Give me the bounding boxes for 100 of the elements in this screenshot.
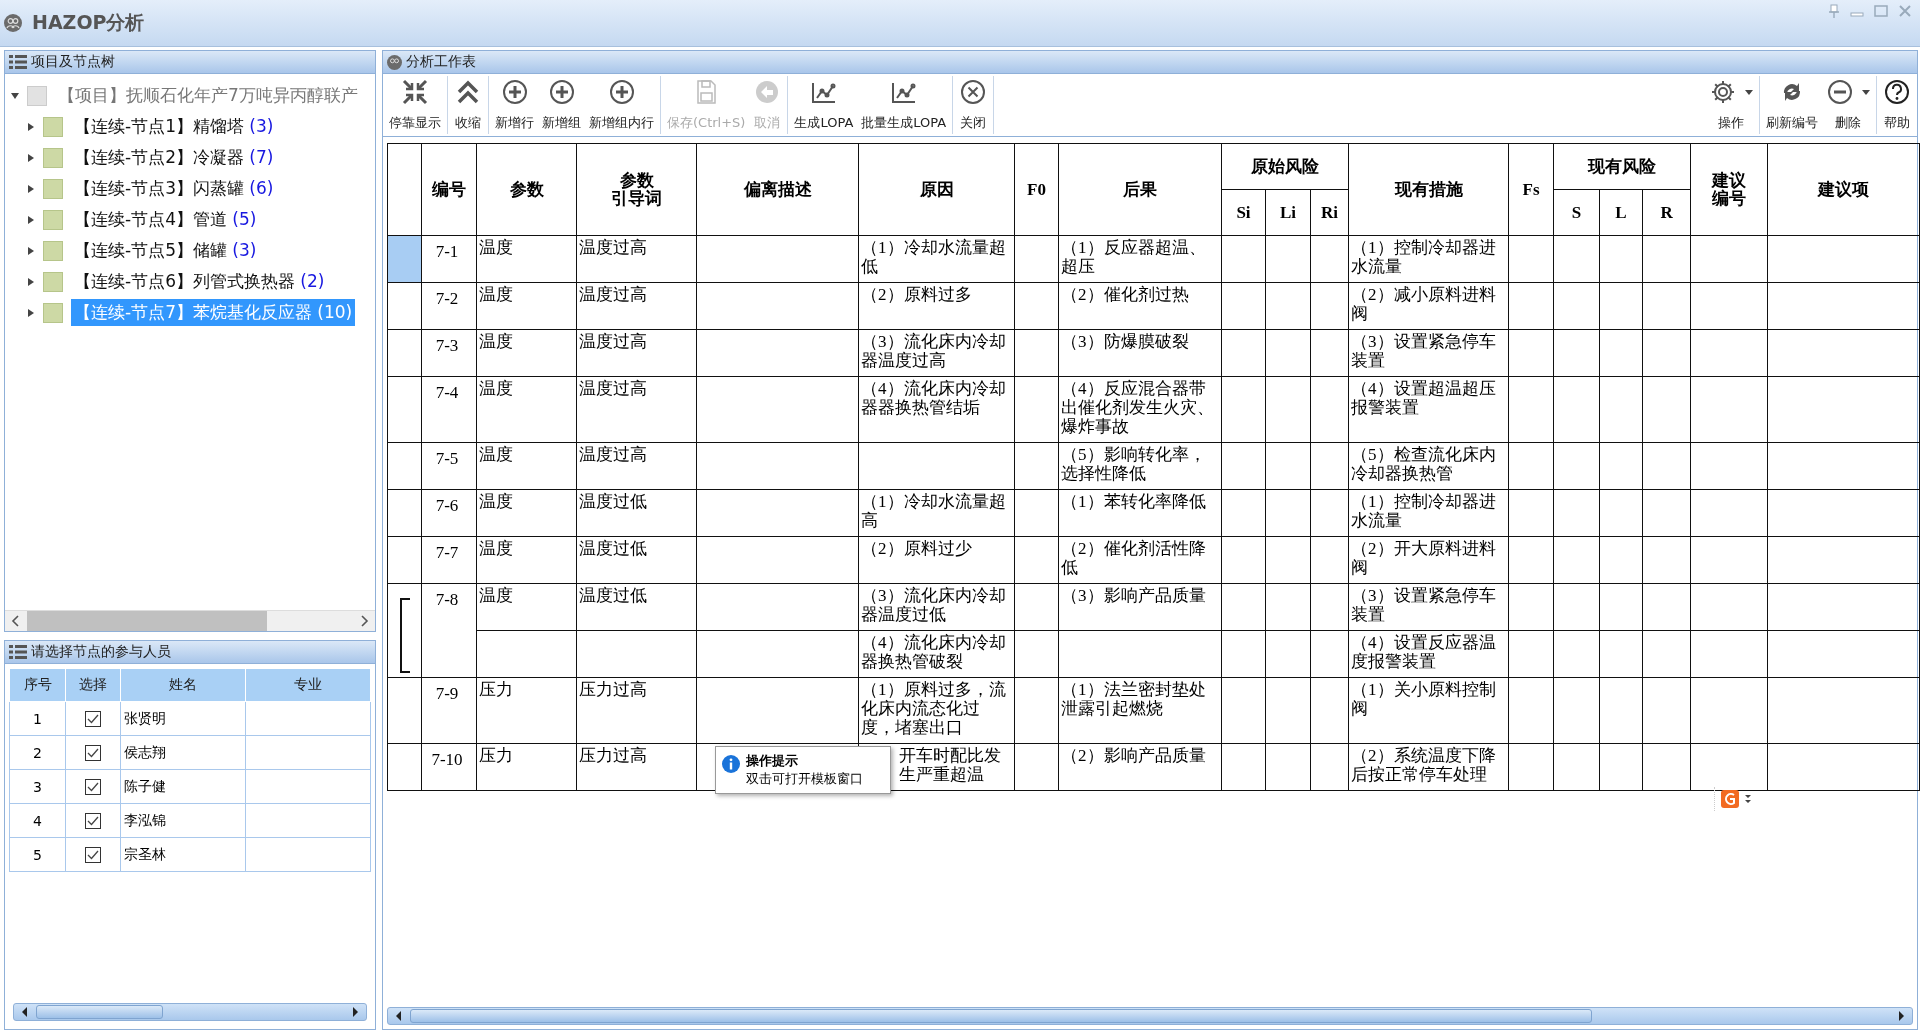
node-count: (3): [232, 240, 257, 260]
table-cell: 宗圣林: [120, 837, 246, 872]
table-cell: 李泓锦: [120, 803, 246, 838]
expand-arrow-icon[interactable]: [27, 215, 35, 224]
panel-title: 项目及节点树: [31, 53, 115, 71]
expand-arrow-icon[interactable]: [27, 153, 35, 162]
expand-arrow-icon[interactable]: [11, 91, 19, 100]
row-header[interactable]: [387, 282, 422, 330]
column-header[interactable]: 选择: [65, 668, 121, 702]
table-cell: （3）影响产品质量: [1058, 583, 1222, 631]
toolbar-button[interactable]: 新增组: [538, 76, 585, 134]
tree-item[interactable]: 【连续-节点5】储罐 (3): [71, 237, 260, 264]
column-header: 编号: [1710, 189, 1748, 208]
panel-title: 请选择节点的参与人员: [31, 643, 171, 661]
toolbar-button[interactable]: 关闭: [955, 76, 992, 134]
table-cell: （3）流化床内冷却器温度过低: [858, 583, 1015, 631]
toolbar-button[interactable]: 新增行: [491, 76, 538, 134]
toolbar-button[interactable]: 删除: [1822, 76, 1874, 134]
node-square-icon: [43, 240, 63, 261]
table-cell: 5: [9, 837, 66, 872]
scroll-left-icon[interactable]: [20, 1006, 30, 1018]
toolbar-button[interactable]: 操作: [1705, 76, 1757, 134]
scrollbar-thumb[interactable]: [27, 611, 267, 631]
row-header[interactable]: [387, 536, 422, 584]
checkbox[interactable]: [85, 745, 101, 761]
caret-icon[interactable]: [1745, 89, 1753, 95]
toolbar-button[interactable]: 停靠显示: [385, 76, 445, 134]
column-header: 编号: [431, 180, 467, 199]
scrollbar-thumb[interactable]: [410, 1009, 1592, 1023]
table-cell: 7-5: [421, 442, 477, 490]
toolbar-button[interactable]: 刷新编号: [1762, 76, 1822, 134]
expand-arrow-icon[interactable]: [27, 277, 35, 286]
row-header[interactable]: [387, 677, 422, 744]
tree-item[interactable]: 【项目】抚顺石化年产7万吨异丙醇联产: [55, 82, 361, 109]
toolbar-button[interactable]: 批量生成LOPA: [857, 76, 951, 134]
expand-arrow-icon[interactable]: [27, 308, 35, 317]
scroll-right-icon[interactable]: [359, 615, 369, 627]
table-cell: 压力过高: [576, 677, 697, 744]
row-header[interactable]: [387, 743, 422, 791]
table-cell: （5）影响转化率，选择性降低: [1058, 442, 1222, 490]
table-cell: 7-1: [421, 235, 477, 283]
tree-item[interactable]: 【连续-节点4】管道 (5): [71, 206, 260, 233]
scroll-left-icon[interactable]: [11, 615, 21, 627]
list-icon: [9, 645, 27, 659]
table-cell: 温度: [476, 536, 577, 584]
scroll-right-icon[interactable]: [1896, 1010, 1906, 1022]
horizontal-scrollbar[interactable]: [5, 610, 375, 631]
table-cell: 侯志翔: [120, 735, 246, 770]
row-header[interactable]: [387, 583, 422, 678]
tree-item[interactable]: 【连续-节点6】列管式换热器 (2): [71, 268, 328, 295]
checkbox[interactable]: [85, 847, 101, 863]
window-title: HAZOP分析: [32, 10, 145, 35]
input-method-icon[interactable]: [1721, 790, 1739, 808]
expand-arrow-icon[interactable]: [27, 184, 35, 193]
toolbar-button[interactable]: 收缩: [450, 76, 486, 134]
tree-item[interactable]: 【连续-节点3】闪蒸罐 (6): [71, 175, 277, 202]
checkbox[interactable]: [85, 711, 101, 727]
table-cell: （4）流化床内冷却器器换热管结垢: [858, 376, 1015, 443]
table-cell: 2: [9, 735, 66, 770]
column-header: Fs: [1521, 180, 1541, 199]
toolbar-button[interactable]: 生成LOPA: [790, 76, 858, 134]
table-cell: （1）关小原料控制阀: [1348, 677, 1509, 744]
scroll-left-icon[interactable]: [394, 1010, 404, 1022]
node-count: (10): [317, 302, 353, 322]
table-cell: （2）催化剂过热: [1058, 282, 1222, 330]
tree-item[interactable]: 【连续-节点2】冷凝器 (7): [71, 144, 277, 171]
table-cell: 温度过高: [576, 329, 697, 377]
caret-icon[interactable]: [1862, 89, 1870, 95]
row-header[interactable]: [387, 235, 422, 283]
table-cell: 7-10: [421, 743, 477, 791]
column-header[interactable]: 序号: [9, 668, 66, 702]
table-cell: 压力: [476, 743, 577, 791]
scroll-right-icon[interactable]: [350, 1006, 360, 1018]
table-cell: 7-2: [421, 282, 477, 330]
scrollbar-thumb[interactable]: [36, 1005, 163, 1019]
expand-arrow-icon[interactable]: [27, 246, 35, 255]
column-header: 现有措施: [1393, 180, 1464, 199]
row-header[interactable]: [387, 489, 422, 537]
checkbox[interactable]: [85, 779, 101, 795]
tree-item[interactable]: 【连续-节点1】精馏塔 (3): [71, 113, 277, 140]
horizontal-scrollbar[interactable]: [13, 1003, 367, 1021]
expand-arrow-icon[interactable]: [27, 122, 35, 131]
checkbox[interactable]: [85, 813, 101, 829]
column-header[interactable]: 专业: [245, 668, 371, 702]
table-cell: （1）控制冷却器进水流量: [1348, 489, 1509, 537]
toolbar-button[interactable]: 帮助: [1879, 76, 1915, 134]
table-cell: （1）冷却水流量超低: [858, 235, 1015, 283]
row-header[interactable]: [387, 329, 422, 377]
toolbar-button[interactable]: 新增组内行: [585, 76, 658, 134]
panel-title: 分析工作表: [406, 53, 476, 71]
row-header[interactable]: [387, 376, 422, 443]
table-cell: 温度过低: [576, 583, 697, 631]
table-cell: 温度过高: [576, 442, 697, 490]
node-square-icon: [43, 147, 63, 168]
column-header[interactable]: 姓名: [120, 668, 246, 702]
table-cell: 7-6: [421, 489, 477, 537]
horizontal-scrollbar[interactable]: [387, 1007, 1913, 1025]
app-logo-icon: [387, 54, 402, 70]
caret-icon[interactable]: [1745, 793, 1751, 805]
row-header[interactable]: [387, 442, 422, 490]
